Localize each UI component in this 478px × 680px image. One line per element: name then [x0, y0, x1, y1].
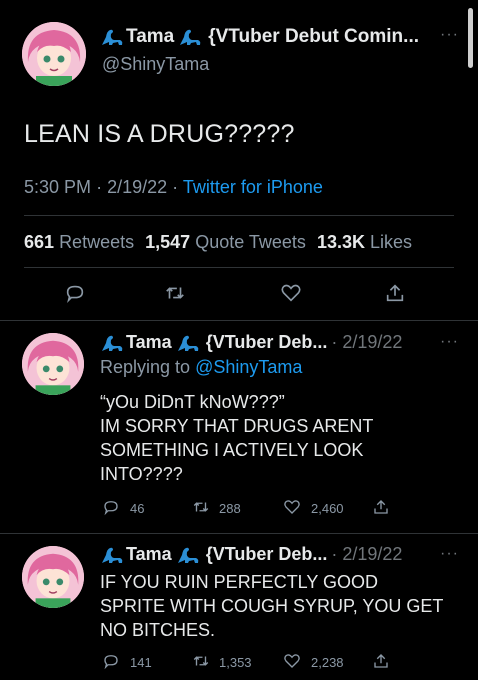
reply-text-line: SPRITE WITH COUGH SYRUP, YOU GET: [100, 596, 444, 616]
reply-text-line: SOMETHING I ACTIVELY LOOK: [100, 440, 364, 460]
reply-author-name[interactable]: Tama {VTuber Deb... · 2/19/22: [100, 544, 402, 565]
replying-handle[interactable]: @ShinyTama: [195, 357, 302, 377]
retweet-icon[interactable]: [192, 652, 210, 670]
display-name: Tama: [126, 26, 175, 47]
tweet-meta: 5:30 PM · 2/19/22 · Twitter for iPhone: [24, 177, 323, 197]
display-name-suffix: {VTuber Deb...: [205, 544, 328, 564]
reply-icon[interactable]: [102, 652, 120, 670]
share-icon[interactable]: [372, 498, 390, 516]
dinosaur-icon: [100, 27, 124, 47]
divider: [24, 215, 454, 216]
divider: [24, 267, 454, 268]
more-options-icon[interactable]: ···: [440, 545, 459, 563]
reply-count: 46: [130, 501, 145, 516]
like-icon[interactable]: [283, 498, 301, 516]
quote-count[interactable]: 1,547: [145, 232, 190, 252]
reply-date: · 2/19/22: [331, 544, 403, 564]
reply-icon[interactable]: [64, 282, 86, 304]
more-options-icon[interactable]: ···: [440, 333, 459, 351]
reply-text-line: “yOu DiDnT kNoW???”: [100, 392, 285, 412]
author-handle[interactable]: @ShinyTama: [102, 54, 209, 75]
avatar[interactable]: [22, 22, 86, 86]
dinosaur-icon: [178, 27, 202, 47]
tweet-time: 5:30 PM: [24, 177, 92, 197]
quote-label[interactable]: Quote Tweets: [195, 232, 306, 252]
likes-label[interactable]: Likes: [370, 232, 412, 252]
dinosaur-icon: [176, 333, 200, 353]
avatar[interactable]: [22, 333, 84, 395]
reply-text-line: IF YOU RUIN PERFECTLY GOOD: [100, 572, 379, 592]
display-name-suffix: {VTuber Debut Comin...: [208, 26, 419, 47]
more-options-icon[interactable]: ···: [440, 26, 459, 44]
retweet-count: 1,353: [219, 655, 252, 670]
divider: [0, 533, 478, 534]
reply-text-line: INTO????: [100, 464, 183, 484]
divider: [0, 320, 478, 321]
replying-prefix: Replying to: [100, 357, 191, 377]
dinosaur-icon: [100, 333, 124, 353]
display-name: Tama: [126, 332, 172, 352]
retweet-icon[interactable]: [192, 498, 210, 516]
reply-text-line: IM SORRY THAT DRUGS ARENT: [100, 416, 374, 436]
display-name-suffix: {VTuber Deb...: [205, 332, 328, 352]
dinosaur-icon: [100, 545, 124, 565]
engagement-stats: 661 Retweets 1,547 Quote Tweets 13.3K Li…: [24, 232, 412, 253]
tweet-date: 2/19/22: [107, 177, 168, 197]
reply-date: · 2/19/22: [331, 332, 403, 352]
reply-icon[interactable]: [102, 498, 120, 516]
author-name[interactable]: Tama {VTuber Debut Comin...: [100, 26, 419, 48]
like-icon[interactable]: [280, 282, 302, 304]
retweets-count[interactable]: 661: [24, 232, 54, 252]
like-icon[interactable]: [283, 652, 301, 670]
reply-author-name[interactable]: Tama {VTuber Deb... · 2/19/22: [100, 332, 402, 353]
reply-text: IF YOU RUIN PERFECTLY GOOD SPRITE WITH C…: [100, 570, 443, 642]
reply-count: 141: [130, 655, 152, 670]
reply-text-line: NO BITCHES.: [100, 620, 216, 640]
tweet-source-link[interactable]: Twitter for iPhone: [183, 177, 323, 197]
reply-text: “yOu DiDnT kNoW???” IM SORRY THAT DRUGS …: [100, 390, 373, 486]
retweets-label[interactable]: Retweets: [59, 232, 134, 252]
retweet-count: 288: [219, 501, 241, 516]
like-count: 2,238: [311, 655, 344, 670]
dinosaur-icon: [176, 545, 200, 565]
likes-count[interactable]: 13.3K: [317, 232, 365, 252]
share-icon[interactable]: [384, 282, 406, 304]
replying-to: Replying to @ShinyTama: [100, 357, 302, 378]
avatar[interactable]: [22, 546, 84, 608]
tweet-text: LEAN IS A DRUG?????: [24, 120, 295, 148]
retweet-icon[interactable]: [164, 282, 186, 304]
share-icon[interactable]: [372, 652, 390, 670]
like-count: 2,460: [311, 501, 344, 516]
display-name: Tama: [126, 544, 172, 564]
scrollbar[interactable]: [468, 8, 473, 68]
